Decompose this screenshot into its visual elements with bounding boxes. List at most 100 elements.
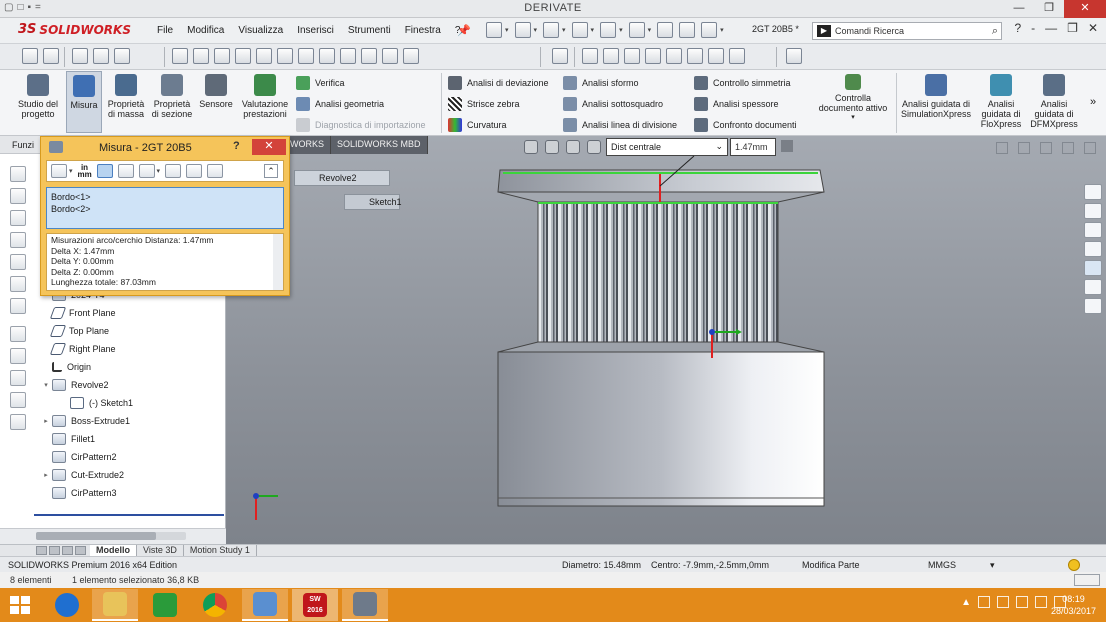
- first-tab-icon[interactable]: [36, 546, 47, 555]
- ribbon-more-button[interactable]: »: [1090, 96, 1096, 108]
- tab-modello[interactable]: Modello: [90, 545, 137, 556]
- tray-app-icon[interactable]: [997, 596, 1009, 608]
- tray-app-icon[interactable]: [978, 596, 990, 608]
- taskbar-app[interactable]: [44, 589, 90, 621]
- xyz-delta-icon[interactable]: [96, 164, 113, 178]
- rebuild-warning-icon[interactable]: [1068, 559, 1080, 571]
- display-manager-icon[interactable]: [10, 254, 26, 270]
- taskbar-app[interactable]: [142, 589, 188, 621]
- menu-visualizza[interactable]: Visualizza: [231, 25, 290, 36]
- sensor-button[interactable]: Sensore: [196, 74, 236, 109]
- tree-node-fillet1[interactable]: Fillet1: [40, 430, 225, 448]
- equations-icon[interactable]: [10, 370, 26, 386]
- apply-scene-icon[interactable]: [361, 48, 377, 64]
- dimxpert-icon[interactable]: [10, 232, 26, 248]
- search-input[interactable]: Comandi Ricerca: [835, 26, 992, 36]
- volume-icon[interactable]: [1035, 596, 1047, 608]
- create-sensor-icon[interactable]: [207, 164, 224, 178]
- menu-file[interactable]: File: [150, 25, 180, 36]
- bottom-view-icon[interactable]: [687, 48, 703, 64]
- scene-icon[interactable]: [114, 48, 130, 64]
- undercut-analysis-button[interactable]: Analisi sottosquadro: [563, 97, 663, 111]
- zebra-stripes-button[interactable]: Strisce zebra: [448, 97, 520, 111]
- menu-modifica[interactable]: Modifica: [180, 25, 231, 36]
- results-scrollbar[interactable]: [273, 234, 283, 290]
- solidworks-logo[interactable]: 3S SOLIDWORKS: [18, 22, 131, 37]
- search-icon[interactable]: ⌕: [992, 25, 998, 38]
- tree-node-origin[interactable]: Origin: [40, 358, 225, 376]
- scroll-thumb[interactable]: [36, 532, 156, 540]
- view-toggle-icon[interactable]: [1074, 574, 1100, 586]
- design-library-icon[interactable]: [1084, 222, 1102, 238]
- print-icon[interactable]: [571, 22, 588, 38]
- tree-node-cirpattern2[interactable]: CirPattern2: [40, 448, 225, 466]
- deviation-analysis-button[interactable]: Analisi di deviazione: [448, 76, 549, 90]
- close-button[interactable]: ✕: [1064, 0, 1106, 18]
- doc-close-button[interactable]: ✕: [1088, 21, 1098, 35]
- custom-properties-icon[interactable]: [1084, 279, 1102, 295]
- ruler-icon[interactable]: [786, 48, 802, 64]
- tab-viste-3d[interactable]: Viste 3D: [137, 545, 184, 556]
- tree-node-revolve2[interactable]: ▾ Revolve2: [40, 376, 225, 394]
- measure-help-button[interactable]: ?: [233, 140, 240, 152]
- left-view-icon[interactable]: [624, 48, 640, 64]
- restore-button[interactable]: ❐: [1034, 0, 1064, 18]
- coordinate-system-icon[interactable]: [138, 164, 155, 178]
- simulationxpress-button[interactable]: Analisi guidata di SimulationXpress: [900, 74, 972, 119]
- options-icon[interactable]: [701, 22, 718, 38]
- clock[interactable]: 08:19 28/03/2017: [1051, 593, 1096, 617]
- measure-selection-list[interactable]: Bordo<1> Bordo<2>: [46, 187, 284, 229]
- select-icon[interactable]: [628, 22, 645, 38]
- check-button[interactable]: Verifica: [296, 76, 345, 90]
- next-tab-icon[interactable]: [62, 546, 73, 555]
- tray-overflow-icon[interactable]: ▲: [961, 597, 971, 608]
- forum-icon[interactable]: [1084, 298, 1102, 314]
- material-icon[interactable]: [10, 392, 26, 408]
- sensors-icon[interactable]: [10, 326, 26, 342]
- arc-circle-options-icon[interactable]: [51, 164, 67, 178]
- curvature-button[interactable]: Curvatura: [448, 118, 507, 132]
- part-model[interactable]: [226, 136, 1106, 544]
- selected-entity[interactable]: Bordo<2>: [51, 203, 279, 215]
- design-study-button[interactable]: Studio del progetto: [14, 74, 62, 119]
- back-view-icon[interactable]: [603, 48, 619, 64]
- taskbar-app[interactable]: [92, 589, 138, 621]
- dfmxpress-button[interactable]: Analisi guidata di DFMXpress: [1028, 74, 1080, 129]
- tree-node-front-plane[interactable]: Front Plane: [40, 304, 225, 322]
- home-icon[interactable]: [1084, 184, 1102, 200]
- file-properties-icon[interactable]: [679, 22, 696, 38]
- appearance-icon[interactable]: [93, 48, 109, 64]
- check-active-document-button[interactable]: Controlla documento attivo ▾: [814, 74, 892, 123]
- taskbar-app[interactable]: [242, 589, 288, 621]
- display-style-icon[interactable]: [298, 48, 314, 64]
- measure-close-button[interactable]: ✕: [252, 139, 286, 155]
- windows-start-icon[interactable]: [10, 596, 30, 614]
- history-icon[interactable]: [10, 298, 26, 314]
- doc-minimize-button[interactable]: —: [1045, 21, 1057, 35]
- rollback-bar[interactable]: [34, 514, 224, 516]
- view-settings-icon[interactable]: [382, 48, 398, 64]
- measure-button[interactable]: Misura: [66, 71, 102, 133]
- cam-icon[interactable]: [10, 276, 26, 292]
- units-dropdown[interactable]: ▾: [990, 560, 995, 571]
- zoom-area-icon[interactable]: [193, 48, 209, 64]
- compare-documents-button[interactable]: Confronto documenti: [694, 118, 797, 132]
- projection-icon[interactable]: [117, 164, 134, 178]
- annotations-icon[interactable]: [10, 348, 26, 364]
- isometric-view-icon[interactable]: [708, 48, 724, 64]
- help-button[interactable]: ?: [1014, 21, 1021, 35]
- geometry-analysis-button[interactable]: Analisi geometria: [296, 97, 384, 111]
- save-icon[interactable]: [543, 22, 560, 38]
- parting-line-button[interactable]: Analisi linea di divisione: [563, 118, 677, 132]
- select-arrow-icon[interactable]: [72, 48, 88, 64]
- command-search[interactable]: ▶ Comandi Ricerca ⌕: [812, 22, 1002, 40]
- mass-properties-button[interactable]: Proprietà di massa: [104, 74, 148, 119]
- tree-node-cirpattern3[interactable]: CirPattern3: [40, 484, 225, 502]
- network-icon[interactable]: [1016, 596, 1028, 608]
- unit-system[interactable]: MMGS: [928, 560, 956, 570]
- thickness-analysis-button[interactable]: Analisi spessore: [694, 97, 779, 111]
- feature-tree-icon[interactable]: [10, 166, 26, 182]
- features-tab[interactable]: Funzi: [12, 140, 34, 150]
- prev-tab-icon[interactable]: [49, 546, 60, 555]
- appearances-icon[interactable]: [1084, 260, 1102, 276]
